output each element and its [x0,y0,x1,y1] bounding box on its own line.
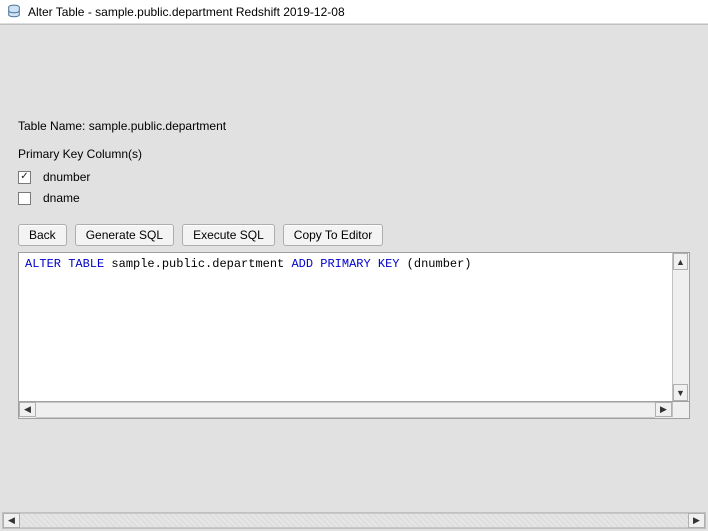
checkbox-dnumber[interactable] [18,171,31,184]
scroll-right-button[interactable]: ▶ [688,513,705,528]
scroll-up-button[interactable]: ▲ [673,253,688,270]
checkbox-label: dnumber [43,170,90,184]
panel-horizontal-scrollbar[interactable]: ◀ ▶ [2,512,706,529]
window-title: Alter Table - sample.public.department R… [28,5,345,19]
title-bar: Alter Table - sample.public.department R… [0,0,708,24]
copy-to-editor-button[interactable]: Copy To Editor [283,224,384,246]
generate-sql-button[interactable]: Generate SQL [75,224,174,246]
content-area: Table Name: sample.public.department Pri… [10,35,698,507]
scroll-track[interactable] [36,402,655,418]
scroll-left-button[interactable]: ◀ [19,402,36,417]
sql-text-part: sample.public.department [104,257,291,271]
checkbox-label: dname [43,191,80,205]
sql-text[interactable]: ALTER TABLE sample.public.department ADD… [19,253,672,401]
scroll-down-button[interactable]: ▼ [673,384,688,401]
sql-horizontal-scrollbar[interactable]: ◀ ▶ [18,402,690,419]
main-panel: Table Name: sample.public.department Pri… [0,24,708,531]
primary-key-heading: Primary Key Column(s) [18,147,690,161]
scroll-track[interactable] [20,513,688,528]
execute-sql-button[interactable]: Execute SQL [182,224,275,246]
sql-text-part: (dnumber) [399,257,471,271]
sql-vertical-scrollbar[interactable]: ▲ ▼ [672,253,689,401]
scroll-left-button[interactable]: ◀ [3,513,20,528]
table-name-label: Table Name: sample.public.department [18,119,690,133]
checkbox-dname[interactable] [18,192,31,205]
pk-column-row: dnumber [18,167,690,187]
scroll-corner [672,402,689,417]
sql-editor[interactable]: ALTER TABLE sample.public.department ADD… [18,252,690,402]
scroll-right-button[interactable]: ▶ [655,402,672,417]
pk-column-row: dname [18,188,690,208]
button-row: Back Generate SQL Execute SQL Copy To Ed… [18,224,690,246]
sql-keyword: ADD PRIMARY KEY [291,257,399,271]
sql-keyword: ALTER TABLE [25,257,104,271]
database-icon [6,4,22,20]
back-button[interactable]: Back [18,224,67,246]
scroll-track[interactable] [673,270,689,384]
